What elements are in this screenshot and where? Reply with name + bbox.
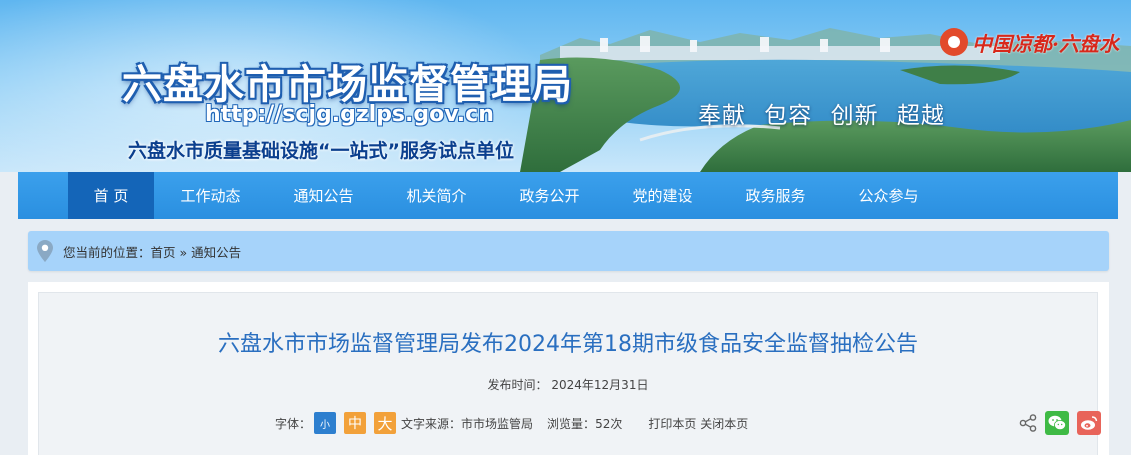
breadcrumb-prefix: 您当前的位置：: [63, 244, 151, 260]
font-medium-button[interactable]: 中: [344, 412, 367, 434]
main-nav: 首 页 工作动态 通知公告 机关简介 政务公开 党的建设 政务服务 公众参与: [18, 172, 1118, 219]
font-small-button[interactable]: 小: [314, 412, 337, 434]
nav-item-notices[interactable]: 通知公告: [267, 172, 380, 219]
wechat-share-button[interactable]: [1045, 411, 1069, 435]
source-label: 文字来源：: [401, 416, 462, 431]
article-tools: 字体： 小 中 大 文字来源： 市市场监管局 浏览量： 52次 打印本页 关闭本…: [275, 410, 748, 436]
source-value: 市市场监管局: [461, 416, 534, 431]
print-page-link[interactable]: 打印本页: [648, 415, 696, 432]
breadcrumb: 您当前的位置：首页 » 通知公告: [28, 231, 1109, 271]
breadcrumb-separator: »: [175, 244, 192, 260]
nav-item-participation[interactable]: 公众参与: [832, 172, 945, 219]
publish-label: 发布时间：: [487, 378, 548, 392]
nav-item-about[interactable]: 机关简介: [380, 172, 493, 219]
slogan: 奉献 包容 创新 超越: [698, 103, 945, 129]
weibo-icon: [1081, 416, 1098, 430]
site-tagline: 六盘水市质量基础设施“一站式”服务试点单位: [128, 140, 514, 162]
article-title: 六盘水市市场监督管理局发布2024年第18期市级食品安全监督抽检公告: [218, 332, 918, 357]
location-pin-icon: [37, 240, 53, 262]
share-bar: [1019, 411, 1109, 435]
font-size-label: 字体：: [275, 416, 312, 431]
nav-item-services[interactable]: 政务服务: [719, 172, 832, 219]
publish-info: 发布时间： 2024年12月31日: [39, 376, 1097, 393]
views-label: 浏览量：: [547, 416, 596, 431]
city-logo-text: 中国凉都·六盘水: [972, 31, 1119, 56]
site-url[interactable]: http://scjg.gzlps.gov.cn: [205, 102, 494, 127]
breadcrumb-home-link[interactable]: 首页: [151, 245, 176, 260]
article-panel: 六盘水市市场监督管理局发布2024年第18期市级食品安全监督抽检公告 发布时间：…: [38, 292, 1101, 455]
nav-item-work-news[interactable]: 工作动态: [154, 172, 267, 219]
header-banner: 六盘水市市场监督管理局 http://scjg.gzlps.gov.cn 六盘水…: [0, 0, 1131, 172]
close-page-link[interactable]: 关闭本页: [700, 415, 748, 432]
views-value: 52次: [595, 416, 623, 431]
font-large-button[interactable]: 大: [374, 412, 397, 434]
content-panel: 六盘水市市场监督管理局发布2024年第18期市级食品安全监督抽检公告 发布时间：…: [28, 282, 1109, 455]
nav-item-party[interactable]: 党的建设: [606, 172, 719, 219]
publish-date: 2024年12月31日: [551, 378, 649, 392]
nav-item-gov-affairs[interactable]: 政务公开: [493, 172, 606, 219]
city-logo: 中国凉都·六盘水: [940, 24, 1119, 60]
weibo-share-button[interactable]: [1077, 411, 1101, 435]
share-icon[interactable]: [1019, 414, 1037, 432]
nav-item-home[interactable]: 首 页: [68, 172, 154, 219]
breadcrumb-text: 您当前的位置：首页 » 通知公告: [63, 242, 241, 261]
breadcrumb-current-link[interactable]: 通知公告: [191, 245, 241, 260]
wechat-icon: [1048, 415, 1066, 430]
city-logo-icon: [940, 28, 968, 56]
